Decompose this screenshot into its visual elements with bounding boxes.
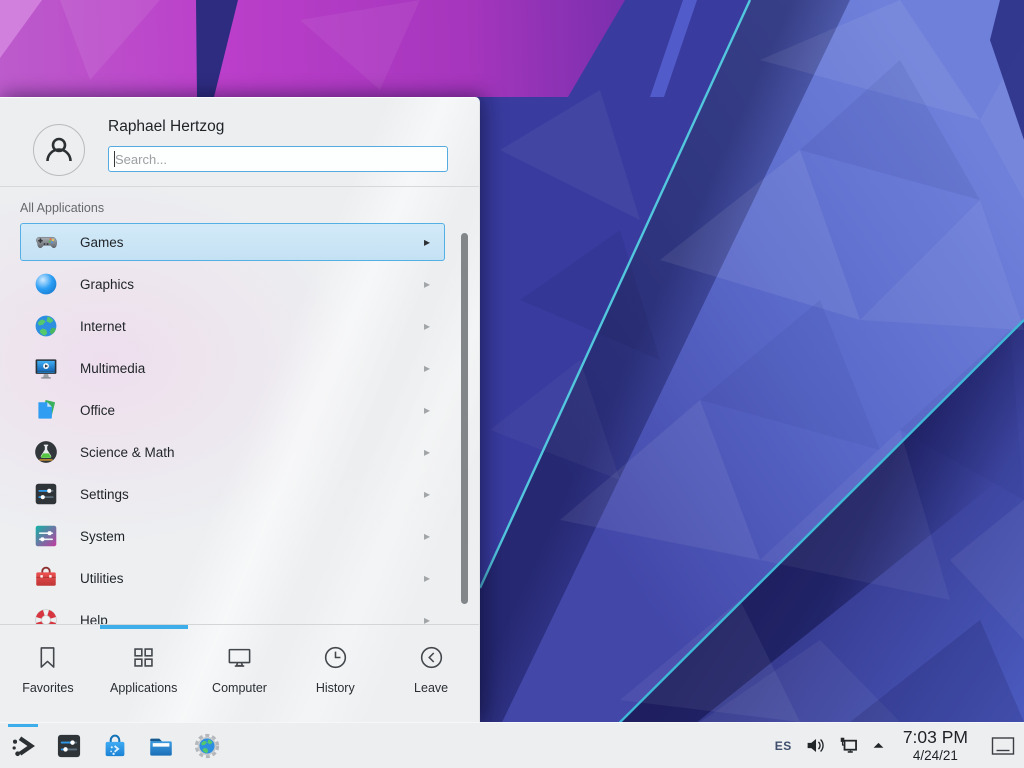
computer-icon <box>226 644 253 671</box>
menu-item-internet[interactable]: Internet▸ <box>20 307 445 345</box>
menu-item-system[interactable]: System▸ <box>20 517 445 555</box>
application-launcher-menu: Raphael Hertzog All Applications Games▸G… <box>0 97 480 722</box>
help-icon <box>33 607 59 624</box>
menu-item-label: Utilities <box>80 571 424 586</box>
utilities-icon <box>33 565 59 591</box>
settings-icon <box>33 481 59 507</box>
show-desktop-button[interactable] <box>989 732 1016 759</box>
launcher-header: Raphael Hertzog <box>0 98 479 186</box>
submenu-arrow-icon: ▸ <box>424 613 430 624</box>
text-caret <box>114 151 115 167</box>
volume-icon <box>805 735 826 756</box>
tab-computer[interactable]: Computer <box>192 625 288 723</box>
clock-time: 7:03 PM <box>903 729 968 747</box>
menu-item-office[interactable]: Office▸ <box>20 391 445 429</box>
tab-label: Favorites <box>22 681 73 695</box>
kde-launcher-icon <box>9 732 37 760</box>
taskbar-web-browser[interactable] <box>184 723 230 768</box>
active-tab-indicator <box>100 625 188 629</box>
games-icon <box>33 229 59 255</box>
tab-bar: Favorites Applications Computer History Leav… <box>0 625 479 723</box>
menu-item-label: Games <box>80 235 424 250</box>
submenu-arrow-icon: ▸ <box>424 235 430 249</box>
tray-network[interactable] <box>838 735 859 756</box>
keyboard-layout-indicator[interactable]: ES <box>775 739 792 753</box>
submenu-arrow-icon: ▸ <box>424 445 430 459</box>
menu-item-multimedia[interactable]: Multimedia▸ <box>20 349 445 387</box>
search-input[interactable] <box>108 146 448 172</box>
taskbar-file-manager[interactable] <box>138 723 184 768</box>
submenu-arrow-icon: ▸ <box>424 571 430 585</box>
header-divider <box>0 186 479 187</box>
leave-icon <box>418 644 445 671</box>
tray-expand-arrow[interactable] <box>871 738 886 753</box>
tray-volume[interactable] <box>805 735 826 756</box>
taskbar-discover[interactable] <box>92 723 138 768</box>
taskbar-system-settings[interactable] <box>46 723 92 768</box>
tab-history[interactable]: History <box>287 625 383 723</box>
menu-item-label: Settings <box>80 487 424 502</box>
submenu-arrow-icon: ▸ <box>424 277 430 291</box>
menu-item-label: System <box>80 529 424 544</box>
menu-item-help[interactable]: Help▸ <box>20 601 445 624</box>
taskbar: ES 7:03 PM 4/24/21 <box>0 722 1024 768</box>
scrollbar-thumb[interactable] <box>461 233 468 604</box>
submenu-arrow-icon: ▸ <box>424 361 430 375</box>
menu-item-label: Help <box>80 613 424 625</box>
dolphin-icon <box>147 732 175 760</box>
menu-item-games[interactable]: Games▸ <box>20 223 445 261</box>
clock[interactable]: 7:03 PM 4/24/21 <box>903 729 968 763</box>
system-icon <box>33 523 59 549</box>
bookmark-icon <box>34 644 61 671</box>
clock-date: 4/24/21 <box>913 749 958 763</box>
science-icon <box>33 439 59 465</box>
menu-item-label: Office <box>80 403 424 418</box>
submenu-arrow-icon: ▸ <box>424 403 430 417</box>
desktop: Raphael Hertzog All Applications Games▸G… <box>0 0 1024 768</box>
section-label: All Applications <box>20 201 104 215</box>
menu-item-label: Multimedia <box>80 361 424 376</box>
discover-icon <box>101 732 129 760</box>
menu-item-science-math[interactable]: Science & Math▸ <box>20 433 445 471</box>
user-icon <box>42 133 76 167</box>
menu-item-label: Science & Math <box>80 445 424 460</box>
menu-item-label: Graphics <box>80 277 424 292</box>
system-tray: ES 7:03 PM 4/24/21 <box>775 729 1024 763</box>
show-desktop-icon <box>990 733 1016 759</box>
tab-favorites[interactable]: Favorites <box>0 625 96 723</box>
graphics-icon <box>33 271 59 297</box>
tab-applications[interactable]: Applications <box>96 625 192 723</box>
menu-item-settings[interactable]: Settings▸ <box>20 475 445 513</box>
search-field-wrap <box>108 146 448 172</box>
user-avatar[interactable] <box>33 124 85 176</box>
settings-icon <box>55 732 83 760</box>
tray-icons <box>805 735 886 756</box>
menu-item-graphics[interactable]: Graphics▸ <box>20 265 445 303</box>
app-list: Games▸Graphics▸Internet▸Multimedia▸Offic… <box>0 223 479 624</box>
office-icon <box>33 397 59 423</box>
menu-item-utilities[interactable]: Utilities▸ <box>20 559 445 597</box>
taskbar-application-launcher[interactable] <box>0 723 46 768</box>
browser-icon <box>193 732 221 760</box>
network-icon <box>838 735 859 756</box>
taskbar-apps <box>0 723 230 768</box>
submenu-arrow-icon: ▸ <box>424 319 430 333</box>
submenu-arrow-icon: ▸ <box>424 487 430 501</box>
expand-arrow-icon <box>871 738 886 753</box>
tab-leave[interactable]: Leave <box>383 625 479 723</box>
tab-label: Computer <box>212 681 267 695</box>
tab-label: History <box>316 681 355 695</box>
history-icon <box>322 644 349 671</box>
tab-label: Leave <box>414 681 448 695</box>
multimedia-icon <box>33 355 59 381</box>
menu-item-label: Internet <box>80 319 424 334</box>
internet-icon <box>33 313 59 339</box>
tab-label: Applications <box>110 681 177 695</box>
submenu-arrow-icon: ▸ <box>424 529 430 543</box>
grid-icon <box>130 644 157 671</box>
user-name: Raphael Hertzog <box>108 118 224 136</box>
